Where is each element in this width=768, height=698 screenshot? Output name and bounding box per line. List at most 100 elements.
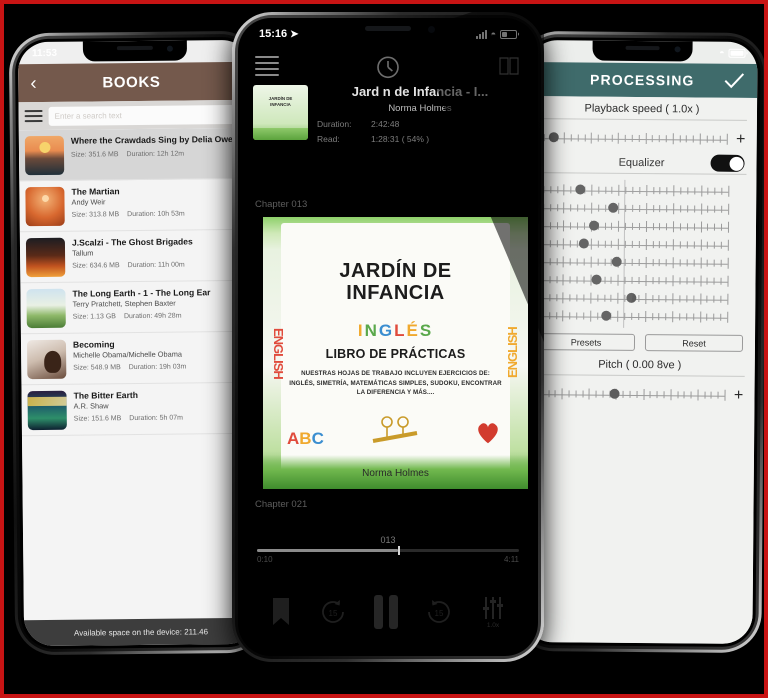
equalizer-band-track[interactable] (536, 183, 730, 199)
seek-track[interactable] (257, 546, 519, 555)
slider-tick (720, 259, 722, 267)
slider-tick (631, 240, 633, 248)
bookmark-icon (273, 598, 289, 625)
book-author: Terry Pratchett, Stephen Baxter (72, 298, 176, 309)
reset-button[interactable]: Reset (644, 334, 744, 352)
seek-bar-area[interactable]: 013 0:10 4:11 (257, 535, 519, 564)
duration-value: 2:42:48 (371, 118, 400, 129)
book-list-item[interactable]: The Martian Andy Weir Size: 313.8 MB Durati… (19, 178, 254, 233)
books-list[interactable]: Where the Crawdads Sing by Delia Owens Si… (18, 127, 258, 621)
slider-knob[interactable] (607, 202, 619, 213)
checkmark-icon[interactable] (723, 72, 745, 90)
book-list-item[interactable]: The Bitter Earth A.R. Shaw Size: 151.6 MB D… (21, 382, 256, 437)
book-list-item[interactable]: The Long Earth - 1 - The Long Ear Terry P… (20, 280, 255, 335)
equalizer-band-slider[interactable] (535, 235, 746, 255)
equalizer-band-slider[interactable] (535, 307, 745, 327)
equalizer-band-slider[interactable] (535, 289, 745, 309)
slider-tick (638, 312, 640, 320)
slider-tick (672, 293, 674, 305)
slider-tick (721, 205, 723, 213)
book-list-item[interactable]: J.Scalzi - The Ghost Brigades Tallum Size:… (19, 229, 255, 284)
slider-tick (638, 276, 640, 284)
slider-tick (611, 222, 613, 230)
slider-tick (590, 310, 592, 322)
cover-letter: S (419, 321, 434, 340)
now-playing-meta[interactable]: JARDÍN DE INFANCIA Jard n de Infancia - I… (241, 85, 535, 151)
slider-tick (549, 240, 551, 248)
equalizer-band-slider[interactable] (536, 199, 746, 219)
playback-speed-plus-button[interactable]: + (735, 131, 747, 149)
book-list-item[interactable]: Becoming Michelle Obama/Michelle Obama Siz… (20, 331, 256, 386)
slider-knob[interactable] (611, 256, 622, 267)
rewind-button[interactable]: 15 (318, 597, 348, 627)
book-icon[interactable] (497, 54, 521, 78)
equalizer-band-track[interactable] (536, 201, 730, 217)
hamburger-icon[interactable] (255, 56, 279, 76)
slider-knob[interactable] (591, 274, 603, 285)
equalizer-button[interactable]: 1.0x (480, 595, 506, 629)
slider-tick (638, 204, 641, 212)
hamburger-icon[interactable] (24, 109, 43, 123)
slider-knob[interactable] (575, 184, 586, 195)
search-input[interactable]: Enter a search text (48, 104, 247, 126)
phone-bezel: 15:16 ➤ ◓ JARDÍN DE INFANCIA Jard n de I… (238, 18, 538, 656)
equalizer-bands[interactable] (535, 179, 746, 329)
seek-thumb[interactable] (398, 546, 401, 555)
processing-body: Playback speed ( 1.0x ) + Equalizer Pres… (522, 96, 758, 644)
timer-icon[interactable] (373, 51, 403, 81)
slider-knob[interactable] (601, 310, 612, 321)
equalizer-band-slider[interactable] (535, 253, 746, 273)
slider-knob[interactable] (609, 388, 620, 399)
pitch-slider-row[interactable]: + (534, 381, 744, 409)
presets-button[interactable]: Presets (536, 333, 636, 351)
slider-knob[interactable] (548, 132, 559, 143)
slider-tick (706, 295, 708, 303)
slider-tick (638, 222, 640, 230)
available-space-footer: Available space on the device: 211.46 (23, 617, 259, 647)
slider-tick (583, 312, 585, 320)
equalizer-band-track[interactable] (535, 291, 729, 307)
equalizer-toggle[interactable] (710, 154, 745, 172)
slider-tick (629, 390, 631, 398)
equalizer-band-track[interactable] (535, 219, 730, 235)
book-duration: Duration: 11h 00m (127, 261, 185, 270)
book-cover (26, 288, 66, 329)
slider-tick (584, 204, 586, 212)
slider-knob[interactable] (578, 238, 589, 249)
equalizer-band-track[interactable] (535, 255, 729, 271)
equalizer-band-slider[interactable] (536, 181, 746, 201)
slider-knob[interactable] (626, 292, 637, 303)
slider-tick (590, 292, 592, 304)
slider-tick (707, 241, 709, 249)
slider-tick (720, 277, 722, 285)
slider-knob[interactable] (588, 220, 599, 231)
equalizer-band-track[interactable] (535, 273, 729, 289)
equalizer-header: Equalizer (536, 151, 746, 174)
cover-art[interactable]: ENGLISH ENGLISH JARDÍN DE INFANCIA INGLÉ… (263, 217, 528, 489)
pause-button[interactable] (374, 595, 398, 629)
bookmark-button[interactable] (270, 597, 292, 627)
slider-tick (727, 275, 729, 287)
slider-tick (631, 276, 633, 284)
slider-tick (680, 187, 682, 195)
equalizer-band-slider[interactable] (535, 271, 745, 291)
seek-value: 013 (380, 535, 396, 545)
slider-tick (693, 241, 695, 249)
equalizer-band-slider[interactable] (535, 217, 746, 237)
slider-tick (624, 276, 626, 284)
slider-tick (665, 259, 668, 267)
playback-speed-slider[interactable] (536, 131, 728, 147)
slider-tick (556, 258, 558, 266)
slider-tick (548, 390, 550, 398)
phone-bezel: ◓ PROCESSING Playback speed ( 1.0x ) + E… (519, 36, 761, 648)
chapter-label-bottom[interactable]: Chapter 021 (255, 499, 307, 510)
chapter-label-top[interactable]: Chapter 013 (255, 199, 307, 210)
book-list-item[interactable]: Where the Crawdads Sing by Delia Owens Si… (18, 127, 254, 182)
playback-speed-slider-row[interactable]: + (536, 125, 747, 153)
equalizer-band-track[interactable] (535, 237, 729, 253)
pitch-slider[interactable] (534, 387, 726, 403)
book-duration: Duration: 49h 28m (123, 312, 182, 321)
equalizer-band-track[interactable] (535, 309, 729, 325)
forward-button[interactable]: 15 (424, 597, 454, 627)
pitch-plus-button[interactable]: + (732, 387, 744, 405)
